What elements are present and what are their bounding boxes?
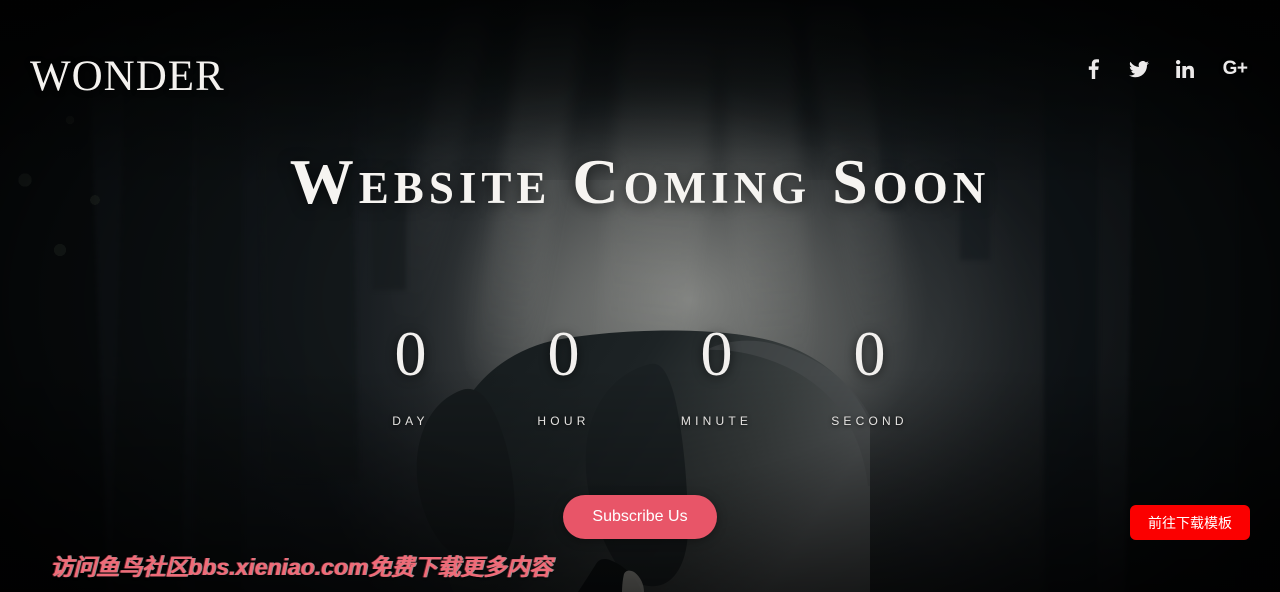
countdown-label: MINUTE xyxy=(680,414,753,428)
googleplus-icon[interactable]: G+ xyxy=(1220,57,1250,81)
download-template-button[interactable]: 前往下载模板 xyxy=(1130,505,1250,540)
countdown-unit-second: 0 SECOND xyxy=(793,318,946,429)
countdown-value: 0 xyxy=(700,318,733,389)
social-links: G+ xyxy=(1082,57,1250,81)
facebook-icon[interactable] xyxy=(1082,57,1104,81)
site-logo[interactable]: WONDER xyxy=(30,55,225,98)
twitter-icon[interactable] xyxy=(1128,57,1150,81)
countdown-timer: 0 DAY 0 HOUR 0 MINUTE 0 SECOND xyxy=(0,318,1280,429)
countdown-value: 0 xyxy=(394,318,427,389)
countdown-unit-minute: 0 MINUTE xyxy=(640,318,793,429)
countdown-value: 0 xyxy=(853,318,886,389)
subscribe-button[interactable]: Subscribe Us xyxy=(563,495,717,539)
linkedin-icon[interactable] xyxy=(1174,57,1196,81)
countdown-label: HOUR xyxy=(537,414,590,428)
page-content: WONDER G+ Website Coming Soon 0 DAY 0 HO… xyxy=(0,0,1280,592)
countdown-label: DAY xyxy=(392,414,429,428)
countdown-unit-hour: 0 HOUR xyxy=(487,318,640,429)
countdown-value: 0 xyxy=(547,318,580,389)
watermark-text: 访问鱼鸟社区bbs.xieniao.com免费下载更多内容 xyxy=(50,554,553,580)
countdown-unit-day: 0 DAY xyxy=(334,318,487,429)
page-title: Website Coming Soon xyxy=(289,146,991,217)
countdown-label: SECOND xyxy=(831,414,908,428)
